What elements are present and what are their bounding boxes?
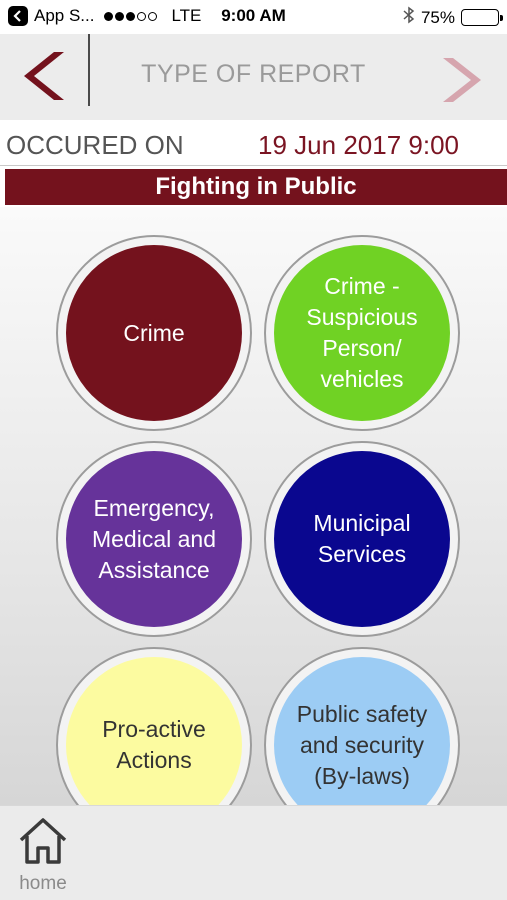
status-right: 75% [403, 6, 503, 29]
occurred-row[interactable]: OCCURED ON 19 Jun 2017 9:00 [0, 122, 507, 166]
category-municipal-button[interactable]: Municipal Services [264, 441, 460, 637]
chevron-right-icon [443, 58, 481, 102]
next-button[interactable] [439, 54, 485, 106]
battery-icon [461, 9, 503, 26]
category-label: Emergency, Medical and Assistance [91, 494, 217, 583]
category-circle: Public safety and security (By-laws) [274, 657, 450, 805]
occurred-value[interactable]: 19 Jun 2017 9:00 [258, 130, 459, 161]
category-bylaws-button[interactable]: Public safety and security (By-laws) [264, 647, 460, 805]
category-circle: Crime [66, 245, 242, 421]
bluetooth-icon [403, 6, 415, 29]
nav-header: TYPE OF REPORT [0, 34, 507, 120]
home-icon [19, 818, 67, 864]
category-label: Pro-active Actions [102, 716, 206, 773]
occurred-label: OCCURED ON [6, 130, 184, 160]
category-circle: Municipal Services [274, 451, 450, 627]
category-label: Crime - Suspicious Person/ vehicles [306, 273, 418, 392]
incident-banner: Fighting in Public [5, 169, 507, 205]
category-circle: Emergency, Medical and Assistance [66, 451, 242, 627]
page-title: TYPE OF REPORT [141, 60, 366, 88]
category-label: Crime [123, 319, 185, 346]
category-crime-button[interactable]: Crime [56, 235, 252, 431]
category-emergency-button[interactable]: Emergency, Medical and Assistance [56, 441, 252, 637]
category-label: Municipal Services [313, 510, 411, 567]
battery-percent: 75% [420, 7, 455, 27]
category-proactive-button[interactable]: Pro-active Actions [56, 647, 252, 805]
category-circle: Crime - Suspicious Person/ vehicles [274, 245, 450, 421]
status-bar: App S... LTE 9:00 AM 75% [0, 0, 507, 34]
category-label: Public safety and security (By-laws) [296, 700, 428, 789]
category-grid: Crime Crime - Suspicious Person/ vehicle… [0, 207, 507, 805]
tab-bar: home [0, 805, 507, 900]
category-circle: Pro-active Actions [66, 657, 242, 805]
category-suspicious-button[interactable]: Crime - Suspicious Person/ vehicles [264, 235, 460, 431]
home-label: home [19, 873, 67, 894]
home-tab[interactable]: home [14, 816, 72, 896]
